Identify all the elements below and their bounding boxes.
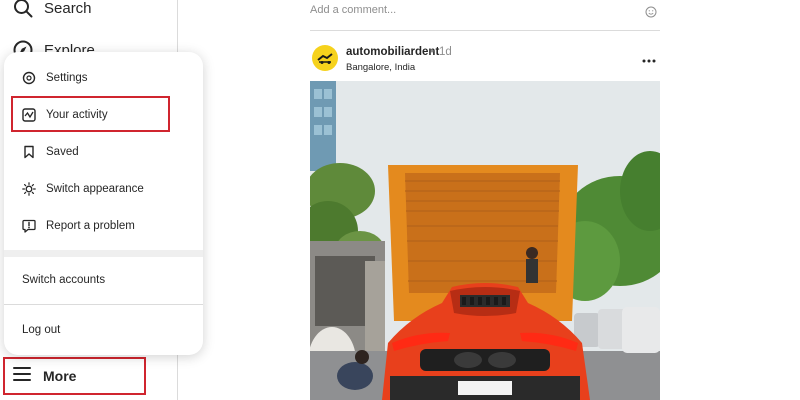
search-icon [12,0,34,19]
comment-bar: Add a comment... [310,0,660,31]
menu-item-label: Settings [46,72,88,84]
post-location[interactable]: Bangalore, India [346,62,415,73]
bookmark-icon [21,144,37,160]
more-button[interactable]: More [3,357,146,395]
post-username[interactable]: automobiliardent [346,46,439,58]
menu-divider [4,250,203,257]
menu-icon [13,366,31,387]
menu-item-label: Saved [46,146,79,158]
more-options-icon[interactable] [642,50,656,68]
menu-item-label: Switch appearance [46,183,144,195]
avatar[interactable] [312,45,338,71]
sun-icon [21,181,37,197]
menu-item-report-a-problem[interactable]: Report a problem [4,210,203,242]
menu-item-switch-accounts[interactable]: Switch accounts [4,264,203,296]
sidebar-item-search[interactable]: Search [10,0,92,23]
post-image[interactable] [310,81,660,400]
menu-item-switch-appearance[interactable]: Switch appearance [4,173,203,205]
menu-item-saved[interactable]: Saved [4,136,203,168]
menu-item-label: Log out [22,324,61,336]
menu-divider [4,304,203,305]
menu-item-label: Report a problem [46,220,135,232]
separator-dot: • [430,46,435,58]
report-icon [21,218,37,234]
settings-icon [21,70,37,86]
highlight-box [11,96,170,132]
menu-item-settings[interactable]: Settings [4,62,203,94]
emoji-icon[interactable] [645,5,657,23]
menu-item-label: Switch accounts [22,274,106,286]
sidebar-item-label: Search [44,0,92,17]
menu-item-log-out[interactable]: Log out [4,314,203,346]
more-label: More [43,368,77,384]
post-timestamp[interactable]: 1d [439,46,452,58]
comment-input[interactable]: Add a comment... [310,4,396,16]
post-header: automobiliardent • 1d Bangalore, India [310,42,660,78]
